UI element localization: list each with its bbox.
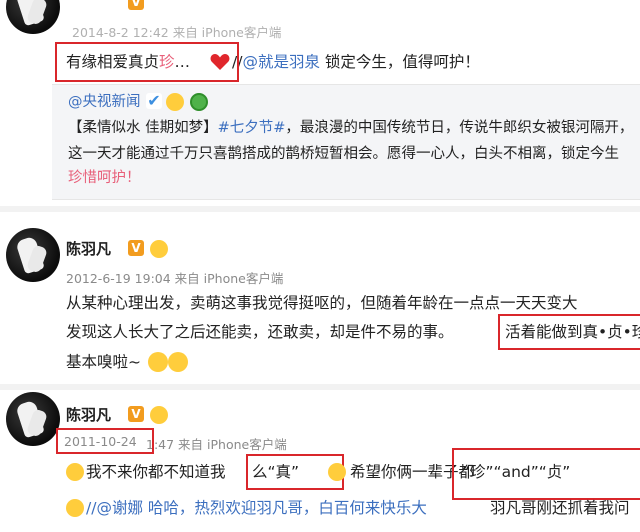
quote-author-link[interactable]: @央视新闻	[68, 92, 141, 112]
post-line2a: 发现这人长大了之后还能卖，还敢卖，却是件不易的事。	[66, 323, 454, 341]
post-meta: 2014-8-2 12:42 来自 iPhone客户端	[72, 25, 282, 40]
emoji-icon	[150, 406, 168, 424]
mention-link[interactable]: @就是羽泉	[242, 53, 320, 71]
post-line1a: 我不来你都不知道我	[86, 463, 226, 481]
avatar[interactable]	[6, 0, 60, 34]
post-line2b: 羽凡哥刚还抓着我问	[490, 499, 630, 517]
sunglasses-emoji-icon	[148, 352, 168, 372]
highlight-box	[498, 314, 640, 350]
quote-line2: 这一天才能通过千万只喜鹊搭成的鹊桥短暂相会。愿得一心人，白头不相离，锁定今生	[68, 146, 619, 162]
vip-badge-icon: V	[128, 240, 144, 256]
quote-line3: 珍惜呵护！	[68, 170, 141, 186]
avatar[interactable]	[6, 392, 60, 446]
avatar[interactable]	[6, 228, 60, 282]
highlight-box	[56, 428, 154, 454]
quote-line1: 【柔情似水 佳期如梦】	[68, 120, 218, 136]
mention-link[interactable]: //@谢娜 哈哈，热烈欢迎羽凡哥，白百何来快乐大	[86, 499, 427, 517]
emoji-icon	[328, 463, 346, 481]
vip-badge-icon: V	[128, 406, 144, 422]
verified-icon: ✔	[146, 91, 162, 110]
emoji-icon	[66, 463, 84, 481]
user-name[interactable]: 陈羽凡	[66, 404, 111, 425]
badge-icon	[190, 93, 208, 111]
vip-badge-icon: V	[128, 0, 144, 10]
post-meta: 1:47 来自 iPhone客户端	[146, 437, 287, 452]
post-meta: 2012-6-19 19:04 来自 iPhone客户端	[66, 271, 284, 286]
highlight-box	[55, 42, 239, 82]
divider	[0, 384, 640, 390]
hashtag-link[interactable]: #七夕节#	[218, 120, 286, 136]
post-text-rest: 锁定今生，值得呵护！	[319, 53, 480, 71]
quote-line1-rest: ，最浪漫的中国传统节日，传说牛郎织女被银河隔开，	[285, 120, 634, 136]
grin-emoji-icon	[168, 352, 188, 372]
emoji-icon	[166, 93, 184, 111]
post-line1: 从某种心理出发，卖萌这事我觉得挺呕的，但随着年龄在一点点一天天变大	[66, 294, 578, 312]
emoji-icon	[66, 499, 84, 517]
divider	[0, 206, 640, 212]
post-line3: 基本嗅啦~	[66, 353, 141, 371]
highlight-box	[452, 448, 640, 500]
emoji-icon	[150, 240, 168, 258]
user-name[interactable]: 陈羽凡	[66, 238, 111, 259]
